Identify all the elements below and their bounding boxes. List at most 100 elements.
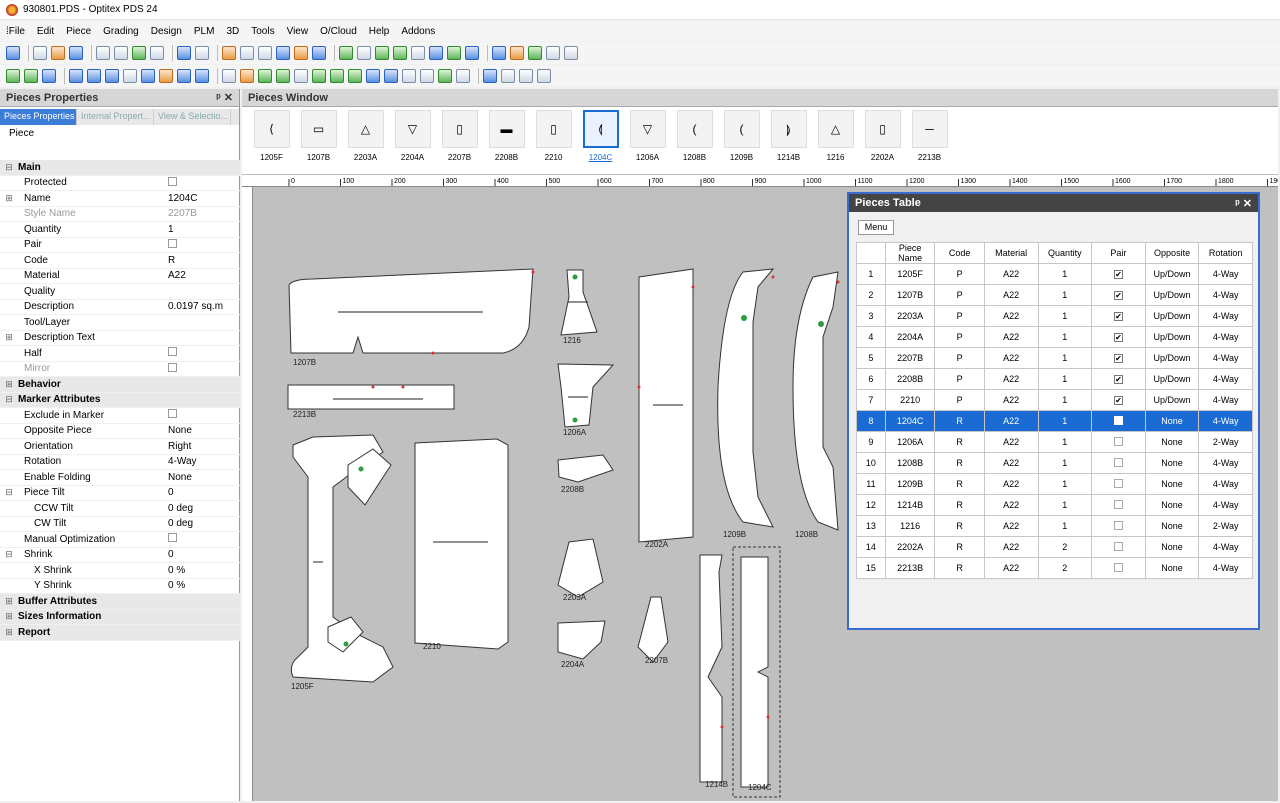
property-row[interactable]: ⊞ Description Text — [0, 331, 240, 346]
table-row[interactable]: 6 2208B P A22 1 ✔ Up/Down 4-Way — [856, 368, 1253, 390]
drill-icon[interactable] — [69, 69, 83, 83]
property-value[interactable]: R — [168, 255, 240, 266]
pair-checkbox[interactable]: ✔ — [1113, 396, 1123, 405]
slash-icon[interactable] — [294, 69, 308, 83]
table-row[interactable]: 8 1204C R A22 1 None 4-Way — [856, 410, 1253, 432]
menu-item-addons[interactable]: Addons — [401, 26, 435, 37]
property-checkbox[interactable] — [168, 176, 177, 186]
property-row[interactable]: X Shrink 0 % — [0, 563, 240, 579]
property-checkbox[interactable] — [168, 238, 177, 248]
flip-icon[interactable] — [384, 69, 398, 83]
excel-icon[interactable] — [132, 46, 146, 60]
property-checkbox[interactable] — [168, 533, 177, 543]
property-value[interactable]: A22 — [168, 270, 240, 281]
property-row[interactable]: Description 0.0197 sq.m — [0, 300, 240, 315]
property-row[interactable]: Code R — [0, 253, 240, 269]
property-row[interactable]: ⊟ Shrink 0 — [0, 548, 240, 563]
stamp-icon[interactable] — [420, 69, 434, 83]
expand-icon[interactable]: ⊟ — [0, 487, 18, 498]
expand-icon[interactable]: ⊞ — [0, 627, 18, 638]
table-row[interactable]: 1 1205F P A22 1 ✔ Up/Down 4-Way — [856, 263, 1253, 285]
menu-item-design[interactable]: Design — [151, 26, 182, 37]
menu-item-edit[interactable]: Edit — [37, 26, 54, 37]
property-value[interactable]: 0 % — [168, 565, 240, 576]
close-icon[interactable]: ᵖ ✕ — [1235, 197, 1252, 210]
column-header[interactable]: Piece Name — [884, 242, 936, 264]
pair-checkbox[interactable]: ✔ — [1113, 270, 1123, 279]
piece-thumbnail[interactable]: ▯ 2210 — [530, 110, 577, 168]
text-icon[interactable] — [123, 69, 137, 83]
table-row[interactable]: 4 2204A P A22 1 ✔ Up/Down 4-Way — [856, 326, 1253, 348]
zoom-icon[interactable] — [150, 46, 164, 60]
pair-checkbox[interactable]: ✔ — [1113, 312, 1123, 321]
grid-icon[interactable] — [501, 69, 515, 83]
table-row[interactable]: 11 1209B R A22 1 None 4-Way — [856, 473, 1253, 495]
menu-item-view[interactable]: View — [287, 26, 309, 37]
property-row[interactable]: Quality — [0, 284, 240, 300]
split-icon[interactable] — [348, 69, 362, 83]
tab-pieces-properties[interactable]: Pieces Properties — [0, 109, 77, 125]
fold-tool-icon[interactable] — [447, 46, 461, 60]
measure-tool-icon[interactable] — [357, 46, 371, 60]
expand-icon[interactable]: ⊞ — [0, 596, 18, 607]
add-point-icon[interactable] — [6, 69, 20, 83]
property-row[interactable]: Mirror — [0, 362, 240, 377]
menu-button[interactable]: Menu — [858, 220, 894, 235]
property-value[interactable]: 0 % — [168, 580, 240, 591]
print-icon[interactable] — [96, 46, 110, 60]
menu-item-grading[interactable]: Grading — [103, 26, 139, 37]
property-value[interactable]: 4-Way — [168, 456, 240, 467]
table-row[interactable]: 12 1214B R A22 1 None 4-Way — [856, 494, 1253, 516]
cut-icon[interactable] — [222, 46, 236, 60]
table-row[interactable]: 15 2213B R A22 2 None 4-Way — [856, 557, 1253, 579]
property-row[interactable]: CW Tilt 0 deg — [0, 517, 240, 532]
menu-item-plm[interactable]: PLM — [194, 26, 215, 37]
expand-icon[interactable]: ⊞ — [0, 611, 18, 622]
property-value[interactable]: 0 — [168, 487, 240, 498]
property-row[interactable]: Manual Optimization — [0, 532, 240, 548]
copy-icon[interactable] — [240, 46, 254, 60]
grade-tool-icon[interactable] — [339, 46, 353, 60]
new-file-icon[interactable] — [33, 46, 47, 60]
column-header[interactable]: Quantity — [1037, 242, 1093, 264]
property-category[interactable]: ⊟ Marker Attributes — [0, 392, 240, 408]
save-icon[interactable] — [69, 46, 83, 60]
paste-icon[interactable] — [258, 46, 272, 60]
circle-icon[interactable] — [87, 69, 101, 83]
property-row[interactable]: Rotation 4-Way — [0, 455, 240, 470]
property-category[interactable]: ⊞ Behavior — [0, 377, 240, 393]
group-icon[interactable] — [438, 69, 452, 83]
property-checkbox[interactable] — [168, 409, 177, 419]
marker-tool-icon[interactable] — [546, 46, 560, 60]
piece-thumbnail[interactable]: ▯ 2202A — [859, 110, 906, 168]
row-index-header[interactable] — [856, 242, 886, 264]
rotate-pt-icon[interactable] — [312, 69, 326, 83]
property-row[interactable]: Quantity 1 — [0, 222, 240, 238]
pin-icon[interactable] — [240, 69, 254, 83]
property-row[interactable]: Enable Folding None — [0, 470, 240, 486]
property-value[interactable]: 2207B — [168, 208, 240, 219]
menu-item-help[interactable]: Help — [369, 26, 390, 37]
menu-item-ocloud[interactable]: O/Cloud — [320, 26, 357, 37]
property-value[interactable]: 0.0197 sq.m — [168, 301, 240, 312]
table-row[interactable]: 10 1208B R A22 1 None 4-Way — [856, 452, 1253, 474]
scissor-tool-icon[interactable] — [429, 46, 443, 60]
menu-item-3d[interactable]: 3D — [226, 26, 239, 37]
rotate-tool-icon[interactable] — [393, 46, 407, 60]
table-row[interactable]: 14 2202A R A22 2 None 4-Way — [856, 536, 1253, 558]
piece-thumbnail[interactable]: ▭ 1207B — [295, 110, 342, 168]
pair-checkbox[interactable] — [1113, 520, 1123, 530]
help-icon[interactable] — [312, 46, 326, 60]
property-row[interactable]: Protected — [0, 176, 240, 191]
internal-icon[interactable] — [42, 69, 56, 83]
property-value[interactable]: None — [168, 472, 240, 483]
tab-internal-properties[interactable]: Internal Propert... — [77, 109, 154, 125]
property-category[interactable]: ⊟ Main — [0, 160, 240, 176]
property-row[interactable]: Material A22 — [0, 269, 240, 284]
table-row[interactable]: 13 1216 R A22 1 None 2-Way — [856, 515, 1253, 537]
piece-thumbnail[interactable]: ⟨ 1205F — [248, 110, 295, 168]
column-header[interactable]: Opposite — [1144, 242, 1200, 264]
button-icon[interactable] — [105, 69, 119, 83]
property-category[interactable]: ⊞ Report — [0, 625, 240, 641]
fill-icon[interactable] — [519, 69, 533, 83]
